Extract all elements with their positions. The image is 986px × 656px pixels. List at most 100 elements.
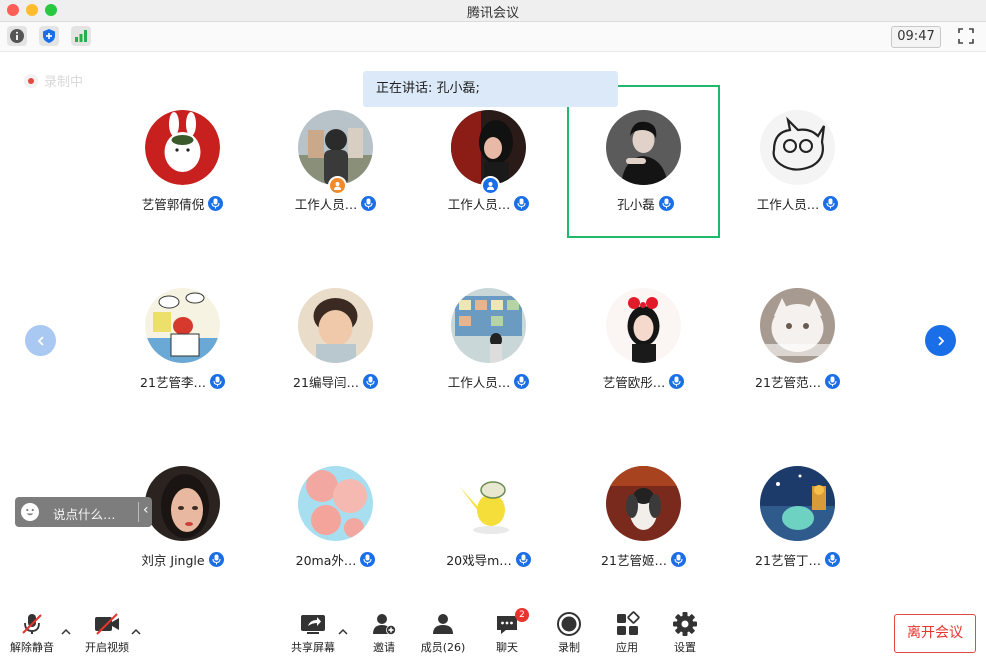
security-button[interactable] xyxy=(39,26,59,46)
shield-icon xyxy=(43,29,55,43)
mic-icon xyxy=(669,374,685,389)
recording-label: 录制中 xyxy=(44,75,84,90)
apps-grid-icon xyxy=(617,611,640,635)
participant-name-row: 21编导闫… xyxy=(259,372,412,391)
prev-page-button[interactable] xyxy=(25,325,56,356)
unmute-button[interactable]: 解除静音 xyxy=(10,611,54,655)
participant-avatar xyxy=(606,288,681,363)
participant-name: 20ma外… xyxy=(295,553,357,568)
participant-name: 艺管郭倩倪 xyxy=(141,197,205,212)
participant-name-row: 工作人员… xyxy=(412,194,565,213)
settings-button[interactable]: 设置 xyxy=(672,611,698,655)
participant-tile[interactable]: 20ma外… xyxy=(259,441,412,594)
participant-name-row: 工作人员… xyxy=(412,372,565,391)
record-button[interactable]: 录制 xyxy=(556,611,582,655)
participant-tile[interactable]: 21艺管范… xyxy=(721,263,874,416)
participant-avatar xyxy=(145,288,220,363)
meeting-toolbar: 09:47 xyxy=(0,22,986,52)
chat-quick-input[interactable]: 说点什么… ‹ xyxy=(15,497,152,527)
next-page-button[interactable] xyxy=(925,325,956,356)
recording-indicator: 录制中 xyxy=(24,71,83,90)
participant-name-row: 艺管欧彤… xyxy=(567,372,720,391)
participant-tile[interactable]: 艺管郭倩倪 xyxy=(106,85,259,238)
cohost-icon xyxy=(481,176,500,195)
participant-avatar xyxy=(606,466,681,541)
participant-tile[interactable]: 20戏导m… xyxy=(412,441,565,594)
participant-name: 艺管欧彤… xyxy=(602,375,666,390)
mic-icon xyxy=(658,196,674,211)
network-status-button[interactable] xyxy=(71,26,91,46)
participant-avatar xyxy=(760,466,835,541)
recording-dot-icon xyxy=(24,73,38,88)
camera-off-icon xyxy=(95,613,119,635)
chat-placeholder: 说点什么… xyxy=(53,507,116,522)
window-title: 腾讯会议 xyxy=(466,6,519,21)
participant-name: 21艺管姬… xyxy=(601,553,667,568)
participant-tile[interactable]: 工作人员… xyxy=(259,85,412,238)
mic-icon xyxy=(823,196,839,211)
participant-tile[interactable]: 21编导闫… xyxy=(259,263,412,416)
share-screen-label: 共享屏幕 xyxy=(291,641,335,654)
share-options-caret-icon[interactable] xyxy=(337,627,349,637)
participant-name-row: 20ma外… xyxy=(259,550,412,569)
start-video-button[interactable]: 开启视频 xyxy=(84,611,130,655)
start-video-label: 开启视频 xyxy=(85,641,129,654)
signal-bars-icon xyxy=(75,30,87,42)
collapse-chat-icon[interactable]: ‹ xyxy=(143,502,149,518)
participant-tile[interactable]: 21艺管李… xyxy=(106,263,259,416)
mic-icon xyxy=(208,196,224,211)
participant-tile[interactable]: 工作人员… xyxy=(721,85,874,238)
participant-tile[interactable]: 21艺管丁… xyxy=(721,441,874,594)
mic-icon xyxy=(361,196,377,211)
mic-icon xyxy=(515,552,531,567)
share-screen-icon xyxy=(301,615,325,634)
participant-tile[interactable]: 工作人员… xyxy=(412,263,565,416)
participant-name: 刘京 Jingle xyxy=(141,553,205,568)
participant-avatar xyxy=(760,110,835,185)
chat-button[interactable]: 2 聊天 xyxy=(494,608,529,655)
participant-name: 20戏导m… xyxy=(446,553,512,568)
mic-icon xyxy=(208,552,224,567)
settings-label: 设置 xyxy=(674,641,696,654)
fullscreen-icon[interactable] xyxy=(957,27,975,45)
mic-icon xyxy=(670,552,686,567)
gear-icon xyxy=(673,612,697,636)
participant-name: 21编导闫… xyxy=(293,375,359,390)
participant-name: 孔小磊 xyxy=(617,197,655,212)
invite-label: 邀请 xyxy=(373,641,395,654)
mic-muted-icon xyxy=(22,614,42,634)
participant-avatar xyxy=(298,110,373,185)
participant-tile[interactable]: 21艺管姬… xyxy=(567,441,720,594)
participant-tile-active-speaker[interactable]: 孔小磊 xyxy=(567,85,720,238)
participant-avatar xyxy=(298,288,373,363)
meeting-clock: 09:47 xyxy=(891,26,941,48)
participant-name-row: 20戏导m… xyxy=(412,550,565,569)
participant-name: 工作人员… xyxy=(447,197,511,212)
participant-name: 工作人员… xyxy=(294,197,358,212)
title-bar: 腾讯会议 xyxy=(0,0,986,22)
participant-name: 21艺管范… xyxy=(755,375,821,390)
audio-options-caret-icon[interactable] xyxy=(60,627,72,637)
participant-tile[interactable]: 艺管欧彤… xyxy=(567,263,720,416)
record-icon xyxy=(557,612,581,636)
info-icon xyxy=(10,29,24,43)
participant-avatar xyxy=(451,110,526,185)
divider xyxy=(138,502,139,522)
emoji-icon[interactable] xyxy=(21,503,39,521)
unmute-label: 解除静音 xyxy=(10,641,54,654)
meeting-info-button[interactable] xyxy=(7,26,27,46)
participant-tile[interactable]: 工作人员… xyxy=(412,85,565,238)
participant-avatar xyxy=(606,110,681,185)
participant-avatar xyxy=(760,288,835,363)
apps-label: 应用 xyxy=(616,641,638,654)
host-icon xyxy=(328,176,347,195)
invite-button[interactable]: 邀请 xyxy=(371,611,397,655)
members-button[interactable]: 成员(26) xyxy=(421,611,465,655)
participant-name-row: 工作人员… xyxy=(259,194,412,213)
share-screen-button[interactable]: 共享屏幕 xyxy=(291,611,335,655)
participant-avatar xyxy=(145,466,220,541)
apps-button[interactable]: 应用 xyxy=(614,611,640,655)
leave-meeting-button[interactable]: 离开会议 xyxy=(894,614,976,653)
video-options-caret-icon[interactable] xyxy=(130,627,142,637)
chevron-right-icon xyxy=(937,335,944,346)
